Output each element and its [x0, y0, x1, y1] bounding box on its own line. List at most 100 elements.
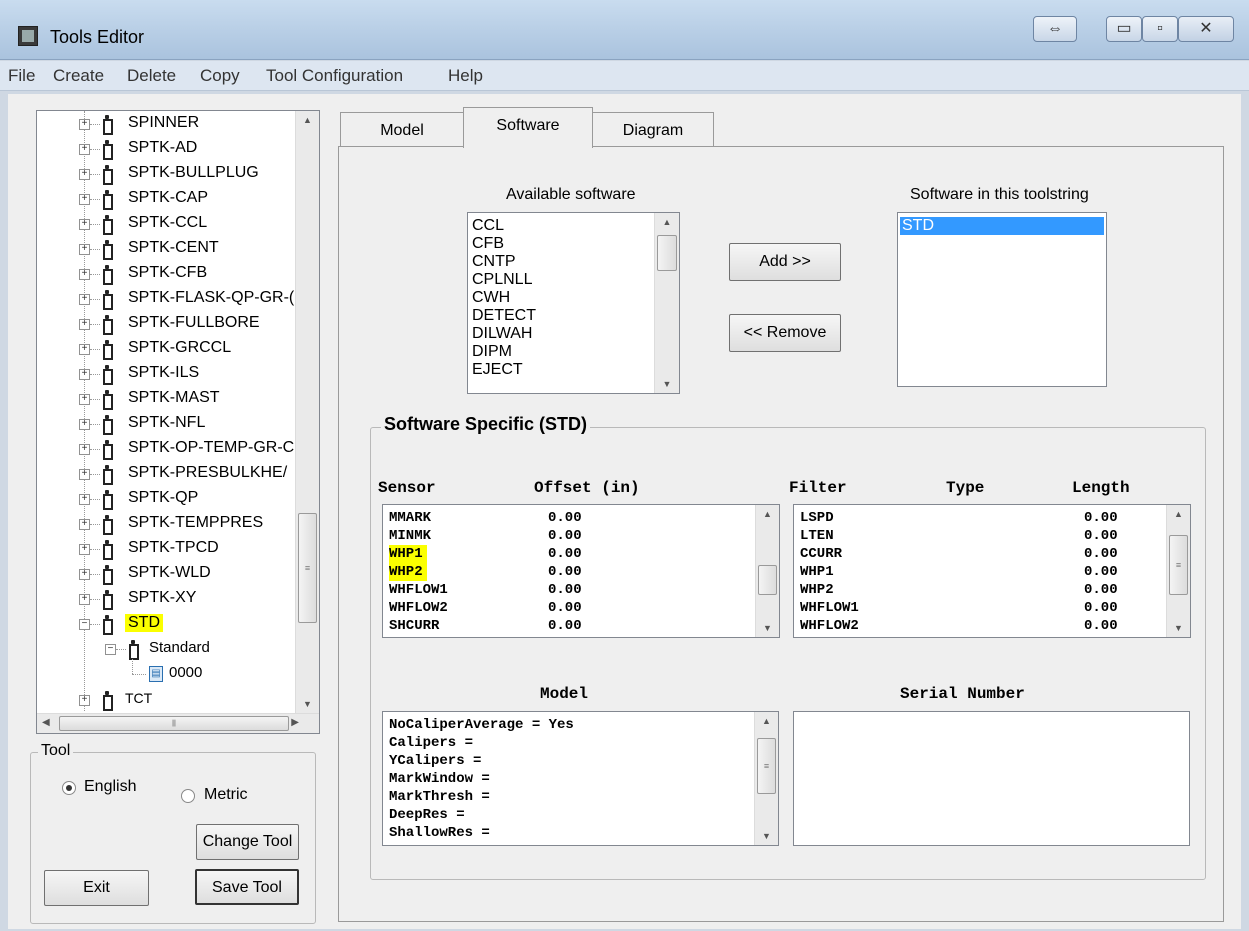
scroll-right-icon[interactable]: ▶	[291, 717, 299, 728]
tree-item[interactable]: + SPTK-NFL	[37, 413, 295, 435]
sensor-row[interactable]: WHFLOW2 0.00	[383, 599, 753, 617]
tree-item[interactable]: + SPTK-CENT	[37, 238, 295, 260]
available-software-item[interactable]: CWH	[472, 289, 510, 307]
tree-vertical-scrollbar[interactable]: ▲ ≡ ▼	[295, 111, 319, 713]
available-software-item[interactable]: DETECT	[472, 307, 536, 325]
scroll-thumb[interactable]	[657, 235, 677, 271]
sensor-row[interactable]: WHP1 0.00	[383, 545, 753, 563]
exit-button[interactable]: Exit	[44, 870, 149, 906]
tree-item[interactable]: + SPTK-ILS	[37, 363, 295, 385]
available-scrollbar[interactable]: ▲ ▼	[654, 213, 679, 393]
filter-row[interactable]: CCURR 0.00	[794, 545, 1164, 563]
sensor-row[interactable]: MMARK 0.00	[383, 509, 753, 527]
sensor-row[interactable]: WHP2 0.00	[383, 563, 753, 581]
tree-item[interactable]: + SPTK-QP	[37, 488, 295, 510]
sensor-row[interactable]: SHCURR 0.00	[383, 617, 753, 635]
filter-list[interactable]: LSPD 0.00 LTEN 0.00 CCURR 0.00 WHP1 0.00 WHP2 0.0…	[793, 504, 1191, 638]
snap-button[interactable]: ⇔	[1033, 16, 1077, 42]
scroll-up-icon[interactable]: ▲	[755, 712, 778, 730]
menu-tool-configuration[interactable]: Tool Configuration	[266, 66, 403, 86]
collapse-icon[interactable]: −	[105, 644, 116, 655]
tree-item[interactable]: + SPTK-GRCCL	[37, 338, 295, 360]
remove-button[interactable]: << Remove	[729, 314, 841, 352]
scroll-down-icon[interactable]: ▼	[755, 827, 778, 845]
minimize-button[interactable]: ▭	[1106, 16, 1142, 42]
filter-row[interactable]: WHP1 0.00	[794, 563, 1164, 581]
expand-icon[interactable]: +	[79, 394, 90, 405]
change-tool-button[interactable]: Change Tool	[196, 824, 299, 860]
tree-item[interactable]: + SPTK-CAP	[37, 188, 295, 210]
scroll-down-icon[interactable]: ▼	[655, 375, 679, 393]
tool-tree[interactable]: − STD − Standard ▤ 0000 + TCT + SPINNER + S…	[36, 110, 320, 734]
available-software-item[interactable]: CPLNLL	[472, 271, 532, 289]
scroll-up-icon[interactable]: ▲	[296, 111, 319, 129]
sensor-scrollbar[interactable]: ▲ ▼	[755, 505, 779, 637]
expand-icon[interactable]: +	[79, 294, 90, 305]
add-button[interactable]: Add >>	[729, 243, 841, 281]
tree-item[interactable]: + SPTK-WLD	[37, 563, 295, 585]
tree-item[interactable]: + SPTK-FLASK-QP-GR-(	[37, 288, 295, 310]
expand-icon[interactable]: +	[79, 469, 90, 480]
expand-icon[interactable]: +	[79, 444, 90, 455]
sensor-row[interactable]: MINMK 0.00	[383, 527, 753, 545]
tree-item[interactable]: + SPTK-CCL	[37, 213, 295, 235]
toolstring-software-item[interactable]: STD	[900, 217, 1104, 235]
scroll-thumb[interactable]: ⦀	[59, 716, 289, 731]
sensor-row[interactable]: WHFLOW1 0.00	[383, 581, 753, 599]
scroll-thumb[interactable]	[758, 565, 777, 595]
menu-file[interactable]: File	[8, 66, 35, 86]
save-tool-button[interactable]: Save Tool	[195, 869, 299, 905]
tree-item[interactable]: + SPTK-AD	[37, 138, 295, 160]
expand-icon[interactable]: +	[79, 319, 90, 330]
tree-item-std[interactable]: − STD	[37, 613, 295, 635]
menu-delete[interactable]: Delete	[127, 66, 176, 86]
collapse-icon[interactable]: −	[79, 619, 90, 630]
tree-item[interactable]: + SPTK-TEMPPRES	[37, 513, 295, 535]
available-software-list[interactable]: CCL CFB CNTP CPLNLL CWH DETECT DILWAH DIPM EJECT…	[467, 212, 680, 394]
expand-icon[interactable]: +	[79, 519, 90, 530]
scroll-thumb[interactable]: ≡	[757, 738, 776, 794]
filter-row[interactable]: LSPD 0.00	[794, 509, 1164, 527]
tab-diagram[interactable]: Diagram	[592, 112, 714, 148]
tree-item-standard[interactable]: − Standard	[37, 638, 295, 660]
tab-software[interactable]: Software	[463, 107, 593, 148]
menu-help[interactable]: Help	[448, 66, 483, 86]
tree-item[interactable]: + SPTK-BULLPLUG	[37, 163, 295, 185]
expand-icon[interactable]: +	[79, 219, 90, 230]
scroll-up-icon[interactable]: ▲	[756, 505, 779, 523]
maximize-button[interactable]: ▫	[1142, 16, 1178, 42]
filter-row[interactable]: WHP2 0.00	[794, 581, 1164, 599]
tree-item[interactable]: + SPTK-OP-TEMP-GR-C	[37, 438, 295, 460]
filter-scrollbar[interactable]: ▲ ≡ ▼	[1166, 505, 1190, 637]
expand-icon[interactable]: +	[79, 194, 90, 205]
serial-number-text-area[interactable]	[793, 711, 1190, 846]
english-label[interactable]: English	[84, 778, 136, 796]
menu-create[interactable]: Create	[53, 66, 104, 86]
tree-item-tct[interactable]: + TCT	[37, 689, 295, 711]
metric-radio[interactable]	[181, 789, 195, 803]
scroll-up-icon[interactable]: ▲	[1167, 505, 1190, 523]
available-software-item[interactable]: CCL	[472, 217, 504, 235]
available-software-item[interactable]: DIPM	[472, 343, 512, 361]
tree-item[interactable]: + SPINNER	[37, 113, 295, 135]
english-radio[interactable]	[62, 781, 76, 795]
tree-item-0000[interactable]: ▤ 0000	[37, 659, 295, 685]
expand-icon[interactable]: +	[79, 244, 90, 255]
expand-icon[interactable]: +	[79, 169, 90, 180]
close-button[interactable]: ✕	[1178, 16, 1234, 42]
expand-icon[interactable]: +	[79, 494, 90, 505]
tab-model[interactable]: Model	[340, 112, 464, 148]
expand-icon[interactable]: +	[79, 569, 90, 580]
model-scrollbar[interactable]: ▲ ≡ ▼	[754, 712, 778, 845]
expand-icon[interactable]: +	[79, 594, 90, 605]
expand-icon[interactable]: +	[79, 369, 90, 380]
tree-item[interactable]: + SPTK-XY	[37, 588, 295, 610]
scroll-down-icon[interactable]: ▼	[1167, 619, 1190, 637]
sensor-list[interactable]: MMARK 0.00 MINMK 0.00 WHP1 0.00 WHP2 0.00 WHFLOW…	[382, 504, 780, 638]
expand-icon[interactable]: +	[79, 119, 90, 130]
expand-icon[interactable]: +	[79, 695, 90, 706]
expand-icon[interactable]: +	[79, 419, 90, 430]
available-software-item[interactable]: CNTP	[472, 253, 516, 271]
tree-item[interactable]: + SPTK-TPCD	[37, 538, 295, 560]
expand-icon[interactable]: +	[79, 269, 90, 280]
